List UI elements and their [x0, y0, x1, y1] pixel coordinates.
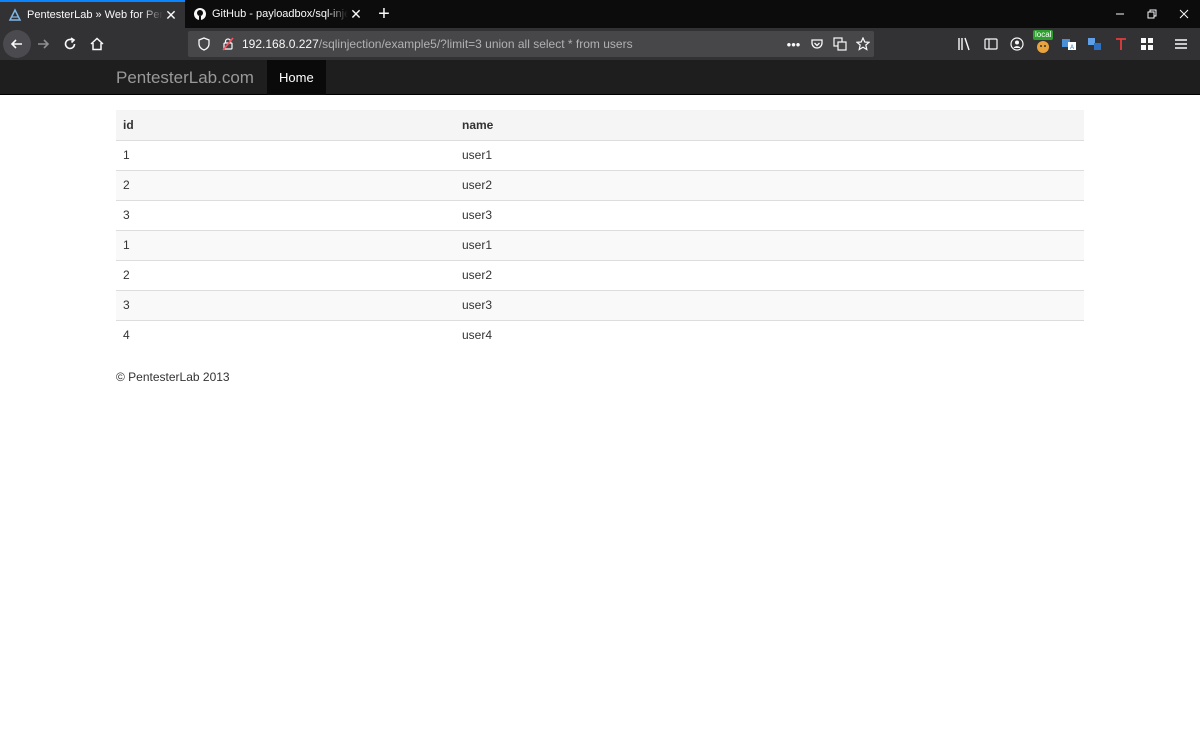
tracking-protection-icon[interactable]: [194, 37, 214, 51]
pocket-icon[interactable]: [805, 31, 828, 57]
main-content: id name 1 user1 2 user2 3 user3 1 user1: [116, 110, 1084, 350]
address-bar[interactable]: 192.168.0.227/sqlinjection/example5/?lim…: [188, 31, 874, 57]
site-navbar: PentesterLab.com Home: [0, 60, 1200, 95]
table-row: 2 user2: [116, 169, 1084, 200]
nav-home-link[interactable]: Home: [267, 60, 326, 95]
tab-github[interactable]: GitHub - payloadbox/sql-injection ✕: [185, 0, 370, 28]
sidebar-icon[interactable]: [978, 28, 1004, 60]
table-row: 3 user3: [116, 199, 1084, 230]
close-icon[interactable]: ✕: [348, 6, 364, 22]
table-row: 2 user2: [116, 259, 1084, 290]
cell-id: 4: [116, 319, 455, 350]
table-header-row: id name: [116, 110, 1084, 140]
url-path: /sqlinjection/example5/?limit=3 union al…: [318, 37, 633, 51]
home-icon[interactable]: [83, 30, 111, 58]
tab-strip: PentesterLab » Web for Pentest ✕ GitHub …: [0, 0, 1200, 28]
table-row: 4 user4: [116, 319, 1084, 350]
reload-icon[interactable]: [56, 30, 84, 58]
tampermonkey-extension-icon[interactable]: local: [1030, 28, 1056, 60]
url-actions: •••: [782, 31, 874, 57]
cell-name: user4: [455, 319, 1084, 350]
tab-pentesterlab[interactable]: PentesterLab » Web for Pentest ✕: [0, 0, 185, 28]
bookmark-star-icon[interactable]: [851, 31, 874, 57]
close-icon[interactable]: ✕: [163, 7, 179, 23]
cell-name: user3: [455, 289, 1084, 320]
table-row: 3 user3: [116, 289, 1084, 320]
forward-icon[interactable]: [29, 30, 57, 58]
restore-icon[interactable]: [1136, 0, 1168, 28]
cell-name: user1: [455, 229, 1084, 260]
url-host: 192.168.0.227: [242, 37, 319, 51]
minimize-icon[interactable]: [1104, 0, 1136, 28]
extensions-grid-icon[interactable]: [1134, 28, 1160, 60]
pentesterlab-icon: [8, 8, 22, 22]
site-brand-link[interactable]: PentesterLab.com: [116, 68, 254, 88]
cell-id: 3: [116, 199, 455, 230]
github-icon: [193, 7, 207, 21]
cell-id: 1: [116, 139, 455, 170]
url-text[interactable]: 192.168.0.227/sqlinjection/example5/?lim…: [242, 37, 633, 51]
translator-extension-icon[interactable]: [1082, 28, 1108, 60]
library-icon[interactable]: [952, 28, 978, 60]
translate-icon[interactable]: [828, 31, 851, 57]
close-window-icon[interactable]: [1168, 0, 1200, 28]
account-icon[interactable]: [1004, 28, 1030, 60]
table-row: 1 user1: [116, 229, 1084, 260]
users-table: id name 1 user1 2 user2 3 user3 1 user1: [116, 110, 1084, 350]
translate-extension-icon[interactable]: A: [1056, 28, 1082, 60]
menu-icon[interactable]: [1168, 28, 1194, 60]
back-icon[interactable]: [3, 30, 31, 58]
cell-name: user3: [455, 199, 1084, 230]
cell-id: 2: [116, 259, 455, 290]
navigation-toolbar: 192.168.0.227/sqlinjection/example5/?lim…: [0, 28, 1200, 60]
column-header-name: name: [455, 110, 1084, 140]
column-header-id: id: [116, 110, 455, 140]
text-extension-icon[interactable]: [1108, 28, 1134, 60]
table-row: 1 user1: [116, 139, 1084, 170]
cell-name: user2: [455, 169, 1084, 200]
new-tab-button[interactable]: +: [370, 0, 398, 28]
local-badge: local: [1033, 30, 1054, 40]
cell-name: user2: [455, 259, 1084, 290]
insecure-connection-icon[interactable]: [218, 37, 238, 51]
cell-id: 2: [116, 169, 455, 200]
cell-id: 3: [116, 289, 455, 320]
page-actions-icon[interactable]: •••: [782, 31, 805, 57]
cell-id: 1: [116, 229, 455, 260]
page-footer: © PentesterLab 2013: [116, 370, 230, 384]
toolbar-extensions: local A: [952, 28, 1194, 60]
cell-name: user1: [455, 139, 1084, 170]
tab-title: GitHub - payloadbox/sql-injection: [212, 8, 348, 20]
tab-title: PentesterLab » Web for Pentest: [27, 9, 163, 21]
